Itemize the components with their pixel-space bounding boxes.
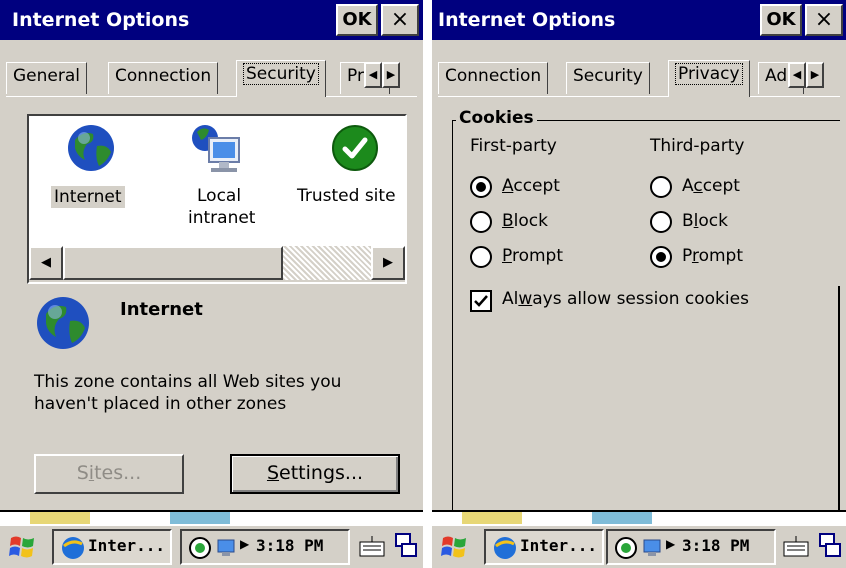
zone-local-intranet[interactable]: Local intranet [169,122,269,232]
tray-expand-arrow-icon[interactable]: ▶ [240,537,249,551]
task-button-label: Inter... [520,536,598,555]
keyboard-icon[interactable] [358,532,386,560]
windows-flag-icon[interactable] [8,532,38,562]
third-party-accept-label[interactable]: Accept [682,176,740,196]
task-button-label: Inter... [88,536,166,555]
tab-underline [6,96,417,97]
tab-scroll-right-button[interactable]: ▶ [382,62,400,88]
zone-local-intranet-label-line2: intranet [188,208,256,228]
close-button[interactable]: × [381,4,419,36]
tab-scroll-right-button[interactable]: ▶ [806,62,824,88]
session-cookies-checkbox[interactable] [470,290,492,312]
tab-connection[interactable]: Connection [108,62,219,94]
security-tab-window: Internet Options OK × General Connection… [0,0,423,568]
system-tray: ▶ 3:18 PM [606,529,776,565]
third-party-block-radio[interactable] [650,211,672,233]
taskbar: Inter... ▶ 3:18 PM [432,524,846,568]
zone-list-scrollbar[interactable]: ◀ ▶ [29,245,405,282]
title-bar: Internet Options OK × [432,0,846,40]
tab-scroll-left-button[interactable]: ◀ [364,62,382,88]
scroll-thumb[interactable] [63,246,283,280]
scroll-track[interactable] [283,246,371,280]
third-party-prompt-radio[interactable] [650,246,672,268]
selected-zone-title: Internet [120,299,203,320]
tab-connection[interactable]: Connection [438,62,549,94]
selected-zone-globe-icon [37,297,89,349]
tray-expand-arrow-icon[interactable]: ▶ [666,537,675,551]
taskbar: Inter... ▶ 3:18 PM [0,524,423,568]
cookies-group-title: Cookies [456,108,537,128]
desktop-peek [0,510,423,524]
checkmark-icon [474,295,488,307]
window-title: Internet Options [12,9,190,31]
multi-window-icon[interactable] [394,532,420,560]
tab-general[interactable]: General [6,62,87,94]
third-party-label: Third-party [650,136,745,156]
scroll-right-arrow[interactable]: ▶ [371,246,405,280]
first-party-block-radio[interactable] [470,211,492,233]
zone-trusted-sites[interactable]: Trusted site [297,122,405,222]
tab-strip: General Connection Security Pri ◀ ▶ [0,40,423,97]
screenshot-divider [423,0,432,568]
ok-button[interactable]: OK [336,4,378,36]
tab-underline [438,96,840,97]
session-cookies-label[interactable]: Always allow session cookies [502,289,749,309]
tab-privacy[interactable]: Privacy [668,60,750,97]
multi-window-icon[interactable] [818,532,844,560]
network-icon[interactable] [216,536,238,560]
first-party-accept-label[interactable]: Accept [502,176,560,196]
groupbox-right-edge [838,286,840,520]
window-title: Internet Options [438,9,616,31]
keyboard-icon[interactable] [782,532,810,560]
tab-scroll-left-button[interactable]: ◀ [788,62,806,88]
tab-security[interactable]: Security [566,62,650,94]
network-icon[interactable] [642,536,664,560]
windows-flag-icon[interactable] [440,532,470,562]
zone-internet-label: Internet [51,186,125,208]
sync-icon[interactable] [614,536,638,560]
sync-icon[interactable] [188,536,212,560]
clock[interactable]: 3:18 PM [256,536,323,555]
first-party-accept-radio[interactable] [470,176,492,198]
zone-local-intranet-label-line1: Local [197,186,242,206]
system-tray: ▶ 3:18 PM [180,529,350,565]
tab-security[interactable]: Security [236,60,326,97]
zone-list[interactable]: Internet Local intranet Trusted site ◀ ▶ [27,114,407,284]
zone-description-line2: haven't placed in other zones [34,394,287,414]
third-party-accept-radio[interactable] [650,176,672,198]
third-party-prompt-label[interactable]: Prompt [682,246,743,266]
close-button[interactable]: × [805,4,843,36]
privacy-tab-window: Internet Options OK × Connection Securit… [432,0,846,568]
task-button-internet-options[interactable]: Inter... [484,529,604,565]
sites-button[interactable]: Sites... [34,454,184,494]
first-party-prompt-radio[interactable] [470,246,492,268]
trusted-sites-check-icon [332,125,378,171]
scroll-left-arrow[interactable]: ◀ [29,246,63,280]
ie-icon [494,537,516,559]
tab-strip: Connection Security Privacy Ad ◀ ▶ [432,40,846,97]
globe-icon [68,125,114,171]
task-button-internet-options[interactable]: Inter... [52,529,172,565]
zone-internet[interactable]: Internet [51,122,151,222]
first-party-label: First-party [470,136,557,156]
clock[interactable]: 3:18 PM [682,536,749,555]
ok-button[interactable]: OK [760,4,802,36]
ie-icon [62,537,84,559]
zone-trusted-sites-label: Trusted site [297,186,396,206]
settings-button[interactable]: Settings... [230,454,400,494]
zone-description-line1: This zone contains all Web sites you [34,372,342,392]
first-party-block-label[interactable]: Block [502,211,548,231]
desktop-peek [432,510,846,524]
local-intranet-icon [192,125,240,172]
title-bar: Internet Options OK × [0,0,423,40]
third-party-block-label[interactable]: Block [682,211,728,231]
first-party-prompt-label[interactable]: Prompt [502,246,563,266]
